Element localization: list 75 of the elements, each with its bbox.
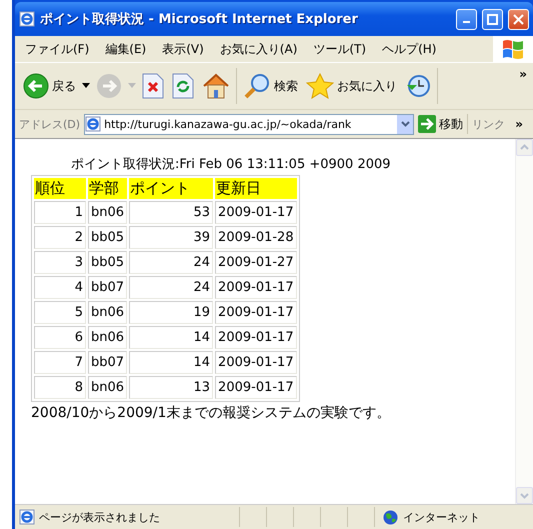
- table-cell: 2009-01-17: [215, 351, 297, 374]
- dropdown-icon[interactable]: [400, 121, 410, 127]
- zone-text: インターネット: [403, 510, 480, 524]
- table-cell: 3: [34, 251, 86, 274]
- column-header: 学部: [88, 178, 128, 199]
- close-icon[interactable]: [513, 14, 524, 24]
- table-cell: 1: [34, 201, 86, 224]
- table-cell: 2009-01-17: [215, 326, 297, 349]
- column-header: 更新日: [215, 178, 297, 199]
- table-cell: 19: [129, 301, 214, 324]
- back-button[interactable]: 戻る: [21, 71, 78, 101]
- table-cell: 2009-01-17: [215, 201, 297, 224]
- table-cell: 24: [129, 251, 214, 274]
- page-icon: [19, 509, 35, 525]
- maximize-button[interactable]: [482, 8, 503, 30]
- page-icon: [85, 116, 102, 132]
- table-cell: bb07: [88, 351, 128, 374]
- table-cell: 7: [34, 351, 86, 374]
- page-heading: ポイント取得状況:Fri Feb 06 13:11:05 +0900 2009: [70, 156, 392, 173]
- table-cell: 14: [129, 351, 214, 374]
- menu-item[interactable]: 編集(E): [99, 38, 152, 60]
- window-title: ポイント取得状況 - Microsoft Internet Explorer: [40, 11, 359, 28]
- table-cell: 4: [34, 276, 86, 299]
- go-button[interactable]: 移動: [418, 115, 464, 133]
- home-icon[interactable]: [202, 73, 230, 99]
- address-field[interactable]: http://turugi.kanazawa-gu.ac.jp/~okada/rank: [84, 114, 414, 134]
- globe-icon: [383, 510, 398, 524]
- favorites-button[interactable]: お気に入り: [304, 71, 399, 101]
- page-icon: [19, 11, 35, 27]
- table-cell: 5: [34, 301, 86, 324]
- maximize-icon[interactable]: [487, 14, 498, 24]
- more-button[interactable]: »: [509, 113, 529, 135]
- table-cell: 53: [129, 201, 214, 224]
- table-cell: bn06: [88, 201, 128, 224]
- table-cell: 2009-01-17: [215, 276, 297, 299]
- menu-item[interactable]: ファイル(F): [19, 38, 96, 60]
- column-header: 順位: [34, 178, 86, 199]
- menu-item[interactable]: ツール(T): [307, 38, 372, 60]
- back-icon[interactable]: [23, 73, 49, 99]
- status-text: ページが表示されました: [39, 510, 160, 524]
- table-cell: bb07: [88, 276, 128, 299]
- table-cell: 13: [129, 376, 214, 399]
- more-button[interactable]: »: [513, 63, 533, 85]
- menu-item[interactable]: 表示(V): [156, 38, 210, 60]
- table-cell: bb05: [88, 226, 128, 249]
- table-cell: 39: [129, 226, 214, 249]
- caret-icon[interactable]: [82, 83, 90, 89]
- history-icon[interactable]: [405, 73, 431, 99]
- windows-flag-icon: [502, 39, 524, 59]
- close-button[interactable]: [508, 8, 529, 30]
- minimize-button[interactable]: [456, 8, 477, 30]
- table-cell: 2009-01-28: [215, 226, 297, 249]
- table-cell: 2: [34, 226, 86, 249]
- footer-note: 2008/10から2009/1末までの報奨システムの実験です。: [31, 404, 392, 422]
- links-label[interactable]: リンク: [472, 116, 506, 132]
- menu-item[interactable]: お気に入り(A): [214, 38, 304, 60]
- star-icon[interactable]: [306, 73, 334, 99]
- menu-item[interactable]: ヘルプ(H): [376, 38, 442, 60]
- address-label: アドレス(D): [19, 116, 80, 132]
- table-cell: 2009-01-17: [215, 301, 297, 324]
- table-cell: 2009-01-17: [215, 376, 297, 399]
- table-cell: 6: [34, 326, 86, 349]
- stop-icon[interactable]: [142, 73, 164, 99]
- column-header: ポイント: [129, 178, 214, 199]
- table-cell: 14: [129, 326, 214, 349]
- table-cell: 24: [129, 276, 214, 299]
- table-cell: bn06: [88, 326, 128, 349]
- table-cell: bn06: [88, 301, 128, 324]
- table-cell: 8: [34, 376, 86, 399]
- table-cell: 2009-01-27: [215, 251, 297, 274]
- table-cell: bn06: [88, 376, 128, 399]
- search-button[interactable]: 検索: [241, 71, 300, 101]
- table-cell: bb05: [88, 251, 128, 274]
- refresh-icon[interactable]: [172, 73, 194, 99]
- search-icon[interactable]: [243, 73, 271, 99]
